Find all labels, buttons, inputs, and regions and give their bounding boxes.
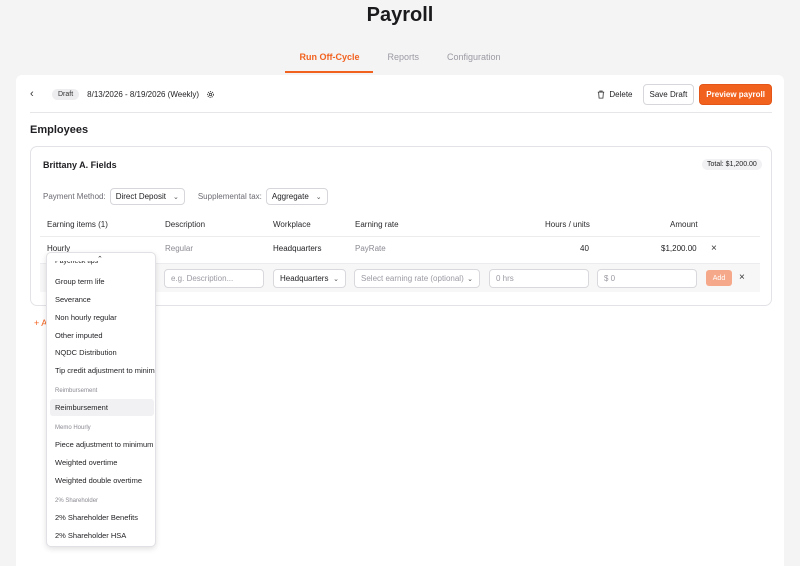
workplace-value: Headquarters: [280, 274, 329, 283]
status-badge: Draft: [52, 88, 80, 100]
dropdown-group-label: Reimbursement: [55, 388, 98, 394]
cell-workplace: Headquarters: [273, 244, 322, 253]
dropdown-item[interactable]: 2% Shareholder Benefits: [55, 513, 138, 522]
dropdown-group-label: 2% Shareholder: [55, 498, 99, 504]
preview-payroll-button[interactable]: Preview payroll: [699, 83, 772, 105]
chevron-down-icon: ⌄: [333, 275, 339, 283]
dropdown-item[interactable]: Group term life: [55, 277, 105, 286]
delete-button[interactable]: Delete: [597, 89, 633, 99]
close-icon[interactable]: ×: [739, 272, 745, 283]
payment-method-value: Direct Deposit: [115, 192, 166, 201]
dropdown-item[interactable]: Weighted double overtime: [55, 476, 142, 485]
section-title: Employees: [30, 124, 89, 136]
cell-amount: $1,200.00: [661, 244, 697, 253]
tab-configuration[interactable]: Configuration: [433, 52, 515, 73]
header-hours: Hours / units: [545, 220, 590, 229]
payment-row: Payment Method: Direct Deposit ⌄ Supplem…: [43, 188, 328, 205]
header-workplace: Workplace: [273, 220, 311, 229]
dropdown-item[interactable]: Other imputed: [55, 331, 103, 340]
toolbar: ‹ Draft 8/13/2026 - 8/19/2026 (Weekly) D…: [30, 83, 772, 105]
header-earning-rate: Earning rate: [355, 220, 399, 229]
dropdown-item[interactable]: Weighted overtime: [55, 458, 117, 467]
delete-label: Delete: [609, 89, 633, 99]
total-badge: Total: $1,200.00: [702, 159, 762, 170]
cell-hours: 40: [580, 244, 589, 253]
tab-bar: Run Off-Cycle Reports Configuration: [0, 52, 800, 73]
chevron-down-icon: ⌄: [315, 193, 322, 201]
dropdown-item[interactable]: 2% Shareholder HSA: [55, 531, 126, 540]
earning-item-dropdown: ⌃ Paycheck tips Group term life Severanc…: [46, 252, 156, 547]
cell-description: Regular: [165, 244, 194, 253]
tab-run-off-cycle[interactable]: Run Off-Cycle: [285, 52, 374, 73]
page-title: Payroll: [366, 4, 434, 26]
hours-placeholder: 0 hrs: [496, 274, 514, 283]
chevron-down-icon: ⌄: [467, 275, 473, 283]
divider: [30, 112, 772, 113]
header-earning-items: Earning items (1): [47, 220, 108, 229]
amount-placeholder: $ 0: [604, 274, 616, 283]
header-description: Description: [165, 220, 206, 229]
supplemental-tax-select[interactable]: Aggregate ⌄: [265, 188, 328, 205]
payment-method-select[interactable]: Direct Deposit ⌄: [109, 188, 185, 205]
earning-rate-select[interactable]: Select earning rate (optional) ⌄: [354, 269, 480, 288]
table-header: Earning items (1) Description Workplace …: [47, 220, 760, 232]
gear-icon[interactable]: [206, 90, 215, 99]
add-button[interactable]: Add: [706, 270, 732, 286]
workplace-select[interactable]: Headquarters ⌄: [273, 269, 346, 288]
supplemental-tax-label: Supplemental tax:: [197, 192, 262, 201]
save-draft-button[interactable]: Save Draft: [642, 83, 695, 105]
dropdown-group-label: Memo Hourly: [55, 425, 91, 431]
dropdown-item[interactable]: Reimbursement: [55, 403, 108, 412]
description-input[interactable]: e.g. Description...: [164, 269, 264, 288]
divider: [40, 236, 760, 237]
close-icon[interactable]: ×: [711, 243, 717, 254]
tab-reports[interactable]: Reports: [373, 52, 433, 73]
pay-period: 8/13/2026 - 8/19/2026 (Weekly): [87, 89, 200, 99]
dropdown-item[interactable]: Tip credit adjustment to minimum: [55, 366, 155, 375]
dropdown-item[interactable]: Severance: [55, 295, 91, 304]
dropdown-item[interactable]: Paycheck tips: [55, 261, 98, 265]
dropdown-item[interactable]: Non hourly regular: [55, 313, 117, 322]
chevron-down-icon: ⌄: [172, 193, 179, 201]
trash-icon: [598, 90, 605, 98]
earning-rate-placeholder: Select earning rate (optional): [361, 274, 464, 283]
payment-method-label: Payment Method:: [43, 192, 106, 201]
dropdown-item[interactable]: Piece adjustment to minimum: [55, 440, 153, 449]
cell-rate: PayRate: [355, 244, 386, 253]
chevron-left-icon[interactable]: ‹: [30, 88, 48, 100]
description-placeholder: e.g. Description...: [171, 274, 234, 283]
amount-input[interactable]: $ 0: [597, 269, 697, 288]
header-amount: Amount: [670, 220, 698, 229]
hours-input[interactable]: 0 hrs: [489, 269, 589, 288]
toolbar-actions: Delete Save Draft Preview payroll: [597, 83, 772, 105]
supplemental-tax-value: Aggregate: [271, 192, 309, 201]
employee-name: Brittany A. Fields: [43, 160, 117, 170]
dropdown-item[interactable]: NQDC Distribution: [55, 348, 117, 357]
